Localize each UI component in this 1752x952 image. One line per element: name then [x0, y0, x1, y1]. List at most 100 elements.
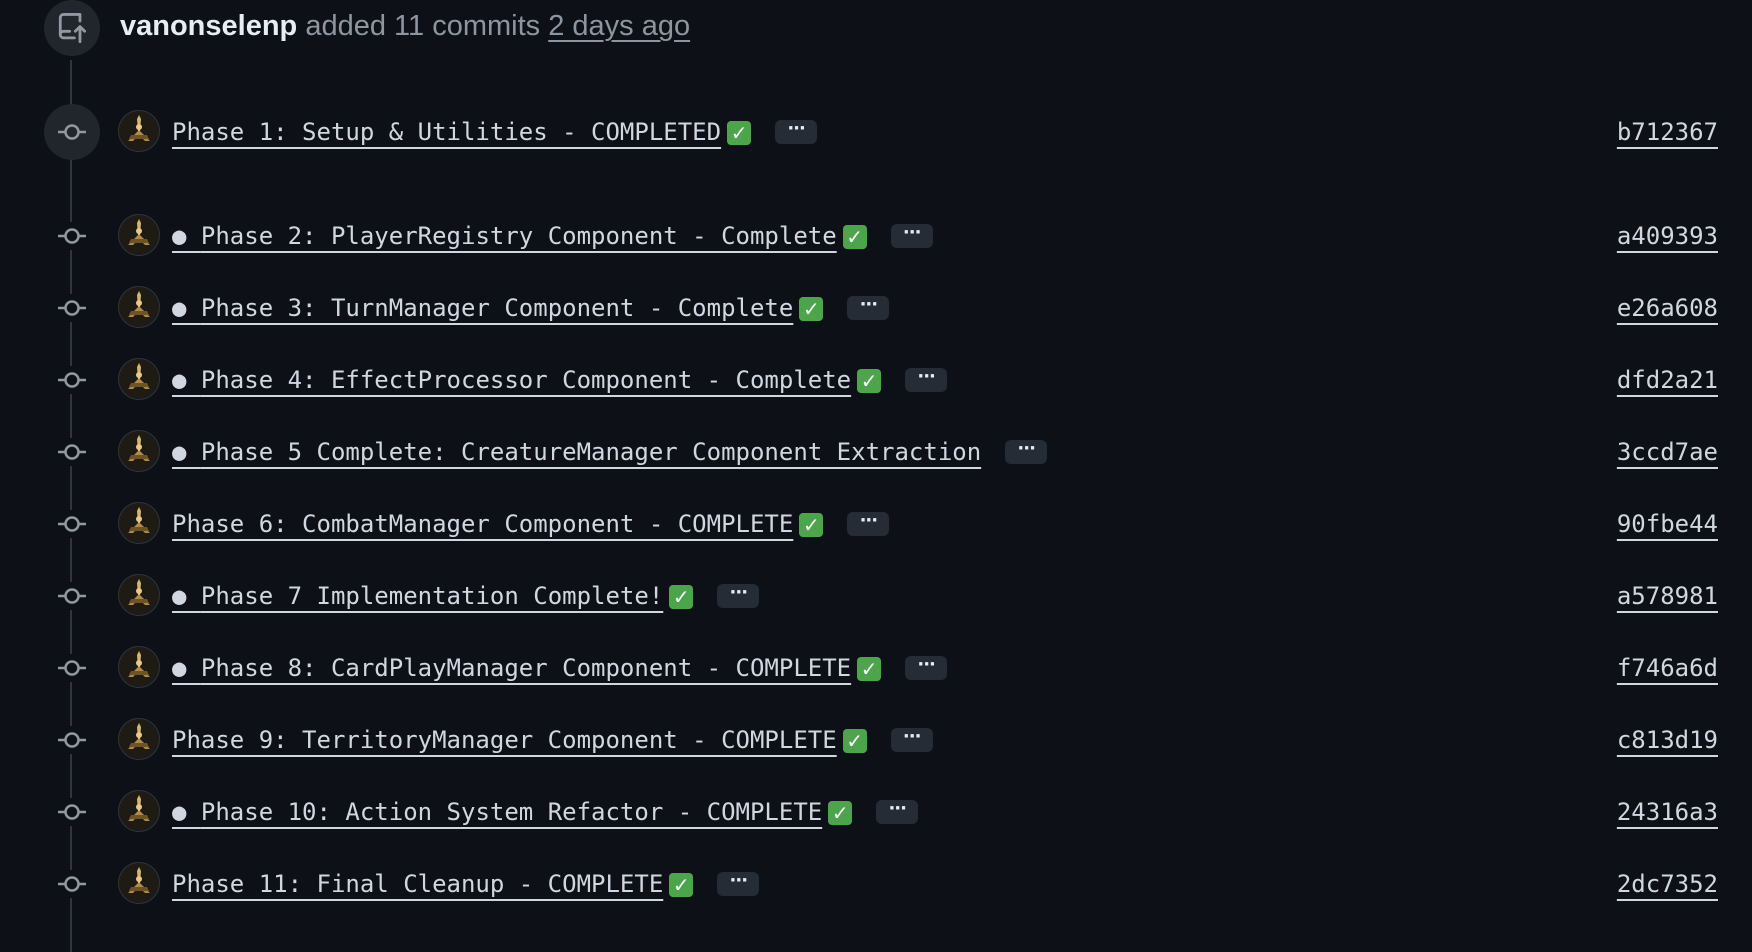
avatar[interactable]: [118, 430, 160, 472]
commit-message-link[interactable]: Phase 1: Setup & Utilities - COMPLETED ✓: [172, 112, 752, 152]
git-commit-icon: [58, 444, 86, 460]
commit-sha-link[interactable]: a578981: [1617, 576, 1718, 616]
commit-message-text: Phase 7 Implementation Complete!: [200, 582, 664, 610]
commit-message-text: Phase 5 Complete: CreatureManager Compon…: [200, 438, 982, 466]
check-mark-icon: ✓: [857, 369, 882, 393]
commit-row: ● Phase 7 Implementation Complete! ✓ ··· a5…: [0, 570, 1752, 622]
ellipsis-icon[interactable]: ···: [890, 728, 933, 752]
commit-message-text: Phase 3: TurnManager Component - Complet…: [200, 294, 794, 322]
avatar[interactable]: [118, 718, 160, 760]
avatar[interactable]: [118, 358, 160, 400]
commit-sha-link[interactable]: f746a6d: [1617, 648, 1718, 688]
commit-message-text: Phase 2: PlayerRegistry Component - Comp…: [200, 222, 837, 250]
commit-message-text: Phase 10: Action System Refactor - COMPL…: [200, 798, 823, 826]
commit-message-link[interactable]: ● Phase 4: EffectProcessor Component - C…: [172, 360, 882, 400]
git-commit-icon: [58, 228, 86, 244]
commit-message-link[interactable]: ● Phase 8: CardPlayManager Component - C…: [172, 648, 882, 688]
commit-message: Phase 1: Setup & Utilities - COMPLETED ✓ ·…: [172, 112, 818, 152]
commit-message-text: Phase 4: EffectProcessor Component - Com…: [200, 366, 852, 394]
event-time-link[interactable]: 2 days ago: [548, 10, 690, 42]
check-mark-icon: ✓: [828, 801, 853, 825]
avatar[interactable]: [118, 110, 160, 152]
avatar[interactable]: [118, 286, 160, 328]
commit-message-text: Phase 9: TerritoryManager Component - CO…: [172, 726, 837, 754]
git-commit-icon: [58, 876, 86, 892]
commit-row: ● Phase 2: PlayerRegistry Component - Co…: [0, 210, 1752, 262]
commit-sha-link[interactable]: e26a608: [1617, 288, 1718, 328]
commit-message-link[interactable]: ● Phase 5 Complete: CreatureManager Comp…: [172, 432, 981, 472]
commit-row: ● Phase 10: Action System Refactor - COM…: [0, 786, 1752, 838]
commit-sha-link[interactable]: 24316a3: [1617, 792, 1718, 832]
git-commit-icon: [58, 588, 86, 604]
ellipsis-icon[interactable]: ···: [905, 656, 948, 680]
commit-message-link[interactable]: ● Phase 10: Action System Refactor - COM…: [172, 792, 853, 832]
git-commit-icon: [58, 660, 86, 676]
ellipsis-icon[interactable]: ···: [876, 800, 919, 824]
commit-sha-link[interactable]: 2dc7352: [1617, 864, 1718, 904]
commit-message: Phase 9: TerritoryManager Component - CO…: [172, 720, 933, 760]
event-author[interactable]: vanonselenp: [120, 10, 297, 42]
bullet: ●: [172, 654, 201, 682]
commit-message-link[interactable]: ● Phase 3: TurnManager Component - Compl…: [172, 288, 824, 328]
ellipsis-icon[interactable]: ···: [717, 872, 760, 896]
commit-message: ● Phase 2: PlayerRegistry Component - Co…: [172, 216, 933, 256]
git-commit-icon: [58, 372, 86, 388]
check-mark-icon: ✓: [842, 225, 867, 249]
commit-row: ● Phase 8: CardPlayManager Component - C…: [0, 642, 1752, 694]
commit-row: Phase 9: TerritoryManager Component - CO…: [0, 714, 1752, 766]
ellipsis-icon[interactable]: ···: [847, 296, 890, 320]
ellipsis-icon[interactable]: ···: [775, 120, 818, 144]
check-mark-icon: ✓: [727, 121, 752, 145]
git-commit-icon: [58, 300, 86, 316]
git-commit-icon: [58, 516, 86, 532]
bullet: ●: [172, 366, 201, 394]
commit-sha-link[interactable]: dfd2a21: [1617, 360, 1718, 400]
commit-message-text: Phase 8: CardPlayManager Component - COM…: [200, 654, 852, 682]
commit-message: ● Phase 10: Action System Refactor - COM…: [172, 792, 919, 832]
check-mark-icon: ✓: [799, 513, 824, 537]
commit-sha-link[interactable]: 3ccd7ae: [1617, 432, 1718, 472]
bullet: ●: [172, 438, 201, 466]
git-commit-icon: [58, 732, 86, 748]
avatar[interactable]: [118, 646, 160, 688]
ellipsis-icon[interactable]: ···: [905, 368, 948, 392]
check-mark-icon: ✓: [799, 297, 824, 321]
check-mark-icon: ✓: [669, 585, 694, 609]
git-commit-icon: [58, 804, 86, 820]
commit-message-link[interactable]: Phase 11: Final Cleanup - COMPLETE ✓: [172, 864, 694, 904]
ellipsis-icon[interactable]: ···: [717, 584, 760, 608]
commit-message: Phase 6: CombatManager Component - COMPL…: [172, 504, 890, 544]
avatar[interactable]: [118, 502, 160, 544]
commit-message-text: Phase 1: Setup & Utilities - COMPLETED: [172, 118, 722, 146]
check-mark-icon: ✓: [842, 729, 867, 753]
event-action: added 11 commits: [305, 10, 541, 42]
repo-push-icon: [58, 13, 87, 43]
bullet: ●: [172, 798, 201, 826]
ellipsis-icon[interactable]: ···: [1005, 440, 1048, 464]
bullet: ●: [172, 222, 201, 250]
commit-sha-link[interactable]: 90fbe44: [1617, 504, 1718, 544]
avatar[interactable]: [118, 862, 160, 904]
commit-sha-link[interactable]: a409393: [1617, 216, 1718, 256]
check-mark-icon: ✓: [857, 657, 882, 681]
commit-message-link[interactable]: Phase 6: CombatManager Component - COMPL…: [172, 504, 824, 544]
ellipsis-icon[interactable]: ···: [890, 224, 933, 248]
commit-message-text: Phase 11: Final Cleanup - COMPLETE: [172, 870, 664, 898]
avatar[interactable]: [118, 214, 160, 256]
commit-row: ● Phase 5 Complete: CreatureManager Comp…: [0, 426, 1752, 478]
commit-message-link[interactable]: Phase 9: TerritoryManager Component - CO…: [172, 720, 867, 760]
commit-message: ● Phase 4: EffectProcessor Component - C…: [172, 360, 948, 400]
commit-row: Phase 6: CombatManager Component - COMPL…: [0, 498, 1752, 550]
commit-message-text: Phase 6: CombatManager Component - COMPL…: [172, 510, 794, 538]
avatar[interactable]: [118, 574, 160, 616]
commit-message: ● Phase 7 Implementation Complete! ✓ ···: [172, 576, 760, 616]
commit-message-link[interactable]: ● Phase 2: PlayerRegistry Component - Co…: [172, 216, 867, 256]
commit-row: Phase 1: Setup & Utilities - COMPLETED ✓ ·…: [0, 104, 1752, 160]
git-commit-icon: [58, 124, 86, 140]
avatar[interactable]: [118, 790, 160, 832]
commit-sha-link[interactable]: c813d19: [1617, 720, 1718, 760]
commit-message-link[interactable]: ● Phase 7 Implementation Complete! ✓: [172, 576, 694, 616]
commit-sha-link[interactable]: b712367: [1617, 112, 1718, 152]
bullet: ●: [172, 294, 201, 322]
ellipsis-icon[interactable]: ···: [847, 512, 890, 536]
